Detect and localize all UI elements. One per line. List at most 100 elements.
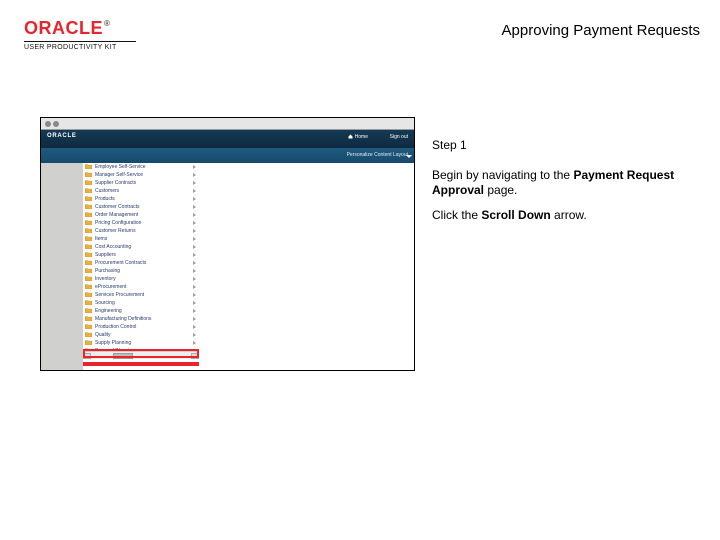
folder-icon bbox=[85, 276, 92, 281]
folder-icon bbox=[85, 332, 92, 337]
tree-item-label: Products bbox=[95, 196, 115, 202]
tree-item[interactable]: Supplier Contracts bbox=[83, 179, 199, 187]
chevron-right-icon bbox=[193, 181, 196, 185]
tree-item[interactable]: Manager Self-Service bbox=[83, 171, 199, 179]
page-title: Approving Payment Requests bbox=[430, 22, 700, 39]
scroll-left-button[interactable] bbox=[83, 353, 91, 359]
chevron-right-icon bbox=[193, 221, 196, 225]
tree-item[interactable]: Quality bbox=[83, 331, 199, 339]
app-header: ORACLE Home Sign out bbox=[41, 130, 414, 148]
chevron-right-icon bbox=[193, 245, 196, 249]
folder-icon bbox=[85, 164, 92, 169]
tree-item-label: Supplier Contracts bbox=[95, 180, 136, 186]
chevron-right-icon bbox=[193, 269, 196, 273]
tree-item-label: Procurement Contracts bbox=[95, 260, 146, 266]
tree-item[interactable]: Cost Accounting bbox=[83, 243, 199, 251]
home-link[interactable]: Home bbox=[348, 134, 368, 140]
tree-item[interactable]: Engineering bbox=[83, 307, 199, 315]
tree-item-label: Manufacturing Definitions bbox=[95, 316, 151, 322]
tree-item[interactable]: Production Control bbox=[83, 323, 199, 331]
tree-item-label: Services Procurement bbox=[95, 292, 144, 298]
chevron-right-icon bbox=[193, 165, 196, 169]
browser-chrome bbox=[41, 118, 414, 130]
tree-item-label: Quality bbox=[95, 332, 111, 338]
product-logo: ORACLE USER PRODUCTIVITY KIT bbox=[24, 18, 136, 51]
folder-icon bbox=[85, 236, 92, 241]
tree-item-label: Sourcing bbox=[95, 300, 115, 306]
tree-item[interactable]: Products bbox=[83, 195, 199, 203]
folder-icon bbox=[85, 204, 92, 209]
chevron-right-icon bbox=[193, 341, 196, 345]
logo-subtext: USER PRODUCTIVITY KIT bbox=[24, 41, 136, 51]
tree-item[interactable]: eProcurement bbox=[83, 283, 199, 291]
chevron-right-icon bbox=[193, 253, 196, 257]
folder-icon bbox=[85, 308, 92, 313]
folder-icon bbox=[85, 252, 92, 257]
tree-item[interactable]: Inventory bbox=[83, 275, 199, 283]
tree-item[interactable]: Items bbox=[83, 235, 199, 243]
tree-item[interactable]: Sourcing bbox=[83, 299, 199, 307]
tree-item-label: eProcurement bbox=[95, 284, 126, 290]
folder-icon bbox=[85, 340, 92, 345]
signout-link[interactable]: Sign out bbox=[390, 134, 408, 140]
tree-item-label: Customer Returns bbox=[95, 228, 136, 234]
tree-item-label: Suppliers bbox=[95, 252, 116, 258]
tree-item[interactable]: Customers bbox=[83, 187, 199, 195]
folder-icon bbox=[85, 212, 92, 217]
tree-item[interactable]: Order Management bbox=[83, 211, 199, 219]
tree-item[interactable]: Pricing Configuration bbox=[83, 219, 199, 227]
tree-item[interactable]: Manufacturing Definitions bbox=[83, 315, 199, 323]
horizontal-scrollbar[interactable] bbox=[83, 351, 199, 359]
tree-item-label: Inventory bbox=[95, 276, 116, 282]
chevron-right-icon bbox=[193, 309, 196, 313]
left-rail: Favorites d bbox=[41, 130, 83, 370]
app-subheader: Personalize Content Layout bbox=[41, 148, 414, 163]
tree-item[interactable]: Supply Planning bbox=[83, 339, 199, 347]
p2-prefix: Click the bbox=[432, 208, 481, 222]
tree-item-label: Pricing Configuration bbox=[95, 220, 141, 226]
folder-icon bbox=[85, 324, 92, 329]
chevron-right-icon bbox=[193, 189, 196, 193]
tree-item[interactable]: Employee Self-Service bbox=[83, 163, 199, 171]
breadcrumb[interactable]: Personalize Content Layout bbox=[347, 152, 408, 158]
scroll-right-button[interactable] bbox=[191, 353, 199, 359]
chevron-right-icon bbox=[193, 333, 196, 337]
chevron-right-icon bbox=[193, 277, 196, 281]
home-label: Home bbox=[355, 134, 368, 140]
tree-item-label: Order Management bbox=[95, 212, 138, 218]
tree-item[interactable]: Purchasing bbox=[83, 267, 199, 275]
scroll-thumb[interactable] bbox=[113, 353, 133, 359]
chevron-right-icon bbox=[193, 293, 196, 297]
tree-item[interactable]: Suppliers bbox=[83, 251, 199, 259]
page: ORACLE USER PRODUCTIVITY KIT Approving P… bbox=[0, 0, 720, 540]
instruction-line-2: Click the Scroll Down arrow. bbox=[432, 208, 692, 223]
chevron-right-icon bbox=[193, 317, 196, 321]
app-screenshot: Favorites d ORACLE Home Sign out Persona… bbox=[40, 117, 415, 371]
chevron-right-icon bbox=[193, 197, 196, 201]
folder-icon bbox=[85, 180, 92, 185]
tree-item[interactable]: Services Procurement bbox=[83, 291, 199, 299]
folder-icon bbox=[85, 244, 92, 249]
folder-icon bbox=[85, 172, 92, 177]
chevron-right-icon bbox=[193, 325, 196, 329]
folder-icon bbox=[85, 300, 92, 305]
chevron-right-icon bbox=[193, 229, 196, 233]
p1-suffix: page. bbox=[484, 183, 517, 197]
tree-item[interactable]: Customer Contracts bbox=[83, 203, 199, 211]
chevron-right-icon bbox=[193, 173, 196, 177]
chrome-dot-icon bbox=[45, 121, 51, 127]
p2-suffix: arrow. bbox=[551, 208, 587, 222]
folder-icon bbox=[85, 292, 92, 297]
logo-text: ORACLE bbox=[24, 18, 136, 39]
tree-item-label: Employee Self-Service bbox=[95, 164, 146, 170]
nav-tree: Employee Self-ServiceManager Self-Servic… bbox=[83, 163, 199, 359]
callout-highlight-scroll bbox=[83, 362, 199, 366]
app-brand: ORACLE bbox=[47, 133, 77, 139]
folder-icon bbox=[85, 220, 92, 225]
chevron-right-icon bbox=[193, 285, 196, 289]
chrome-dot-icon bbox=[53, 121, 59, 127]
chevron-right-icon bbox=[193, 301, 196, 305]
tree-item[interactable]: Customer Returns bbox=[83, 227, 199, 235]
tree-item[interactable]: Procurement Contracts bbox=[83, 259, 199, 267]
tree-item-label: Purchasing bbox=[95, 268, 120, 274]
